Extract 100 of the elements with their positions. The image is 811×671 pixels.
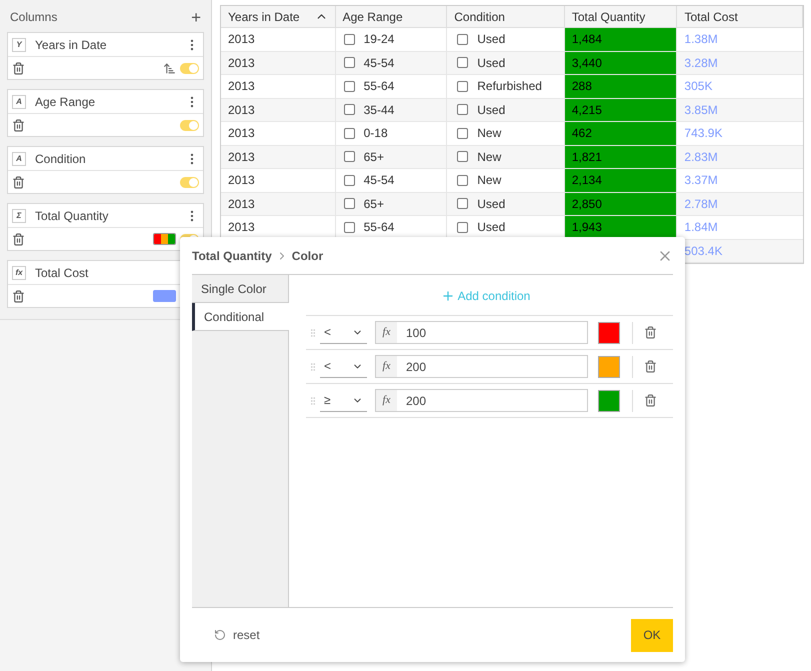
checkbox[interactable] (457, 222, 468, 233)
trash-icon[interactable] (12, 118, 25, 132)
column-header[interactable]: Total Quantity (564, 6, 678, 27)
trash-icon[interactable] (12, 176, 25, 188)
table-cell: 1,821 (564, 146, 676, 168)
table-cell-text: 19-24 (364, 31, 394, 48)
operator-select[interactable]: < (320, 322, 367, 344)
type-badge: A (12, 94, 26, 108)
trash-icon[interactable] (644, 394, 657, 407)
table-cell: 1,484 (564, 28, 676, 50)
ok-button[interactable]: OK (631, 618, 673, 652)
table-cell: 462 (564, 122, 676, 144)
tab[interactable]: Conditional (192, 303, 289, 331)
toggle-switch[interactable] (180, 176, 199, 188)
value-field[interactable]: fx 100 (375, 321, 588, 344)
column-name: Age Range (35, 94, 96, 110)
checkbox[interactable] (457, 128, 468, 139)
table-cell-text: 1.38M (684, 31, 718, 48)
color-swatch[interactable] (598, 390, 620, 412)
table-cell: 3,440 (564, 52, 676, 74)
table-cell-text: 2013 (228, 31, 255, 48)
color-swatch[interactable] (598, 356, 620, 378)
table-cell-text: Refurbished (477, 78, 542, 96)
checkbox[interactable] (457, 80, 468, 92)
table-cell-text: 3.85M (684, 102, 718, 119)
type-badge: Y (12, 38, 26, 52)
type-badge: fx (12, 266, 26, 280)
checkbox[interactable] (344, 128, 355, 139)
color-swatch[interactable] (598, 322, 620, 344)
checkbox[interactable] (457, 104, 468, 116)
formula-label: fx (376, 390, 397, 411)
table-cell-text: 2013 (228, 102, 255, 119)
operator-select[interactable]: ≥ (320, 390, 367, 412)
table-cell-text: 743.9K (684, 125, 722, 142)
checkbox[interactable] (457, 34, 468, 45)
value-field[interactable]: fx 200 (375, 355, 588, 378)
type-badge: A (12, 152, 26, 166)
trash-icon[interactable] (12, 290, 25, 302)
table-cell-text: 65+ (364, 196, 384, 213)
checkbox[interactable] (344, 198, 355, 210)
table-cell-text: 55-64 (364, 78, 394, 96)
column-header[interactable]: Total Cost (677, 6, 803, 27)
checkbox[interactable] (457, 198, 468, 210)
table-cell-text: New (477, 172, 502, 190)
add-button[interactable]: + (191, 8, 201, 26)
toggle-switch[interactable] (180, 120, 199, 130)
column-name: Total Cost (35, 264, 90, 282)
breadcrumb-item: Color (292, 248, 324, 264)
breadcrumb-item[interactable]: Total Quantity (192, 246, 272, 264)
toggle-switch[interactable] (180, 62, 199, 74)
checkbox[interactable] (344, 80, 355, 92)
table-cell-text: 35-44 (364, 102, 394, 119)
table-cell-text: 55-64 (364, 219, 394, 236)
checkbox[interactable] (344, 34, 355, 45)
table-cell-text: Used (477, 54, 506, 72)
checkbox[interactable] (457, 57, 468, 68)
drag-handle-icon[interactable] (308, 328, 318, 338)
checkbox[interactable] (457, 174, 468, 186)
checkbox[interactable] (344, 104, 355, 116)
checkbox[interactable] (344, 222, 355, 233)
drag-handle-icon[interactable] (308, 396, 318, 406)
trash-icon[interactable] (12, 62, 25, 74)
table-cell: 2,850 (564, 192, 676, 215)
checkbox[interactable] (344, 151, 355, 162)
drag-handle-icon[interactable] (308, 362, 318, 372)
trash-icon[interactable] (644, 360, 657, 373)
table-cell-text: 65+ (364, 148, 384, 166)
table-cell-text: 45-54 (364, 172, 394, 190)
checkbox[interactable] (457, 151, 468, 162)
table-cell-text: New (477, 148, 502, 166)
table-cell: 4,215 (564, 98, 676, 121)
column-header[interactable]: Age Range (336, 6, 448, 27)
formula-label: fx (376, 322, 397, 343)
trash-icon[interactable] (12, 232, 25, 246)
column-name: Condition (35, 150, 87, 168)
column-name: Total Quantity (35, 208, 110, 224)
operator-select[interactable]: < (320, 356, 367, 378)
table-cell-text: 2013 (228, 125, 255, 142)
checkbox[interactable] (344, 57, 355, 68)
table-cell-text: Used (477, 196, 506, 213)
table-cell-text: 2013 (228, 78, 255, 96)
table-cell-text: Used (477, 219, 506, 236)
trash-icon[interactable] (644, 326, 657, 339)
table-cell-text: 2013 (228, 172, 255, 190)
table-cell: 1,943 (564, 216, 676, 238)
table-cell-text: 2013 (228, 219, 255, 236)
color-swatch[interactable] (153, 233, 176, 245)
column-header[interactable]: Years in Date (221, 6, 336, 27)
table-cell-text: 503.4K (684, 242, 722, 260)
table-cell-text: 2013 (228, 54, 255, 72)
value-field[interactable]: fx 200 (375, 389, 588, 412)
checkbox[interactable] (344, 174, 355, 186)
table-cell-text: New (477, 125, 502, 142)
sort-icon[interactable] (163, 62, 176, 74)
table-cell: 288 (564, 75, 676, 98)
column-name: Years in Date (35, 36, 108, 54)
column-header[interactable]: Condition (447, 6, 565, 27)
reset-button[interactable]: reset (214, 626, 260, 644)
table-cell-text: 2013 (228, 148, 255, 166)
color-swatch[interactable] (153, 290, 176, 302)
